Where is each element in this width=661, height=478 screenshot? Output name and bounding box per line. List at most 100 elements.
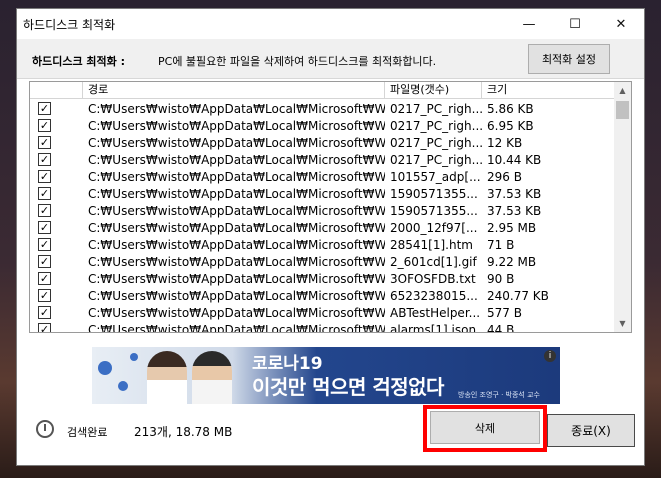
table-row[interactable]: ✓ C:₩Users₩wisto₩AppData₩Local₩Microsoft₩… (30, 321, 616, 333)
row-path: C:₩Users₩wisto₩AppData₩Local₩Microsoft₩W… (88, 101, 385, 116)
row-checkbox[interactable]: ✓ (38, 136, 51, 149)
virus-graphic (98, 361, 112, 375)
row-size: 240.77 KB (487, 288, 549, 303)
table-row[interactable]: ✓ C:₩Users₩wisto₩AppData₩Local₩Microsoft₩… (30, 236, 616, 253)
row-size: 9.22 MB (487, 254, 537, 269)
table-row[interactable]: ✓ C:₩Users₩wisto₩AppData₩Local₩Microsoft₩… (30, 100, 616, 117)
header-size[interactable]: 크기 (482, 82, 616, 98)
window-title: 하드디스크 최적화 (23, 17, 116, 32)
table-row[interactable]: ✓ C:₩Users₩wisto₩AppData₩Local₩Microsoft₩… (30, 253, 616, 270)
row-filename: 0217_PC_righ... (390, 135, 482, 150)
scroll-down-icon[interactable]: ▼ (614, 315, 631, 332)
virus-graphic (118, 381, 128, 391)
table-row[interactable]: ✓ C:₩Users₩wisto₩AppData₩Local₩Microsoft₩… (30, 168, 616, 185)
row-checkbox[interactable]: ✓ (38, 289, 51, 302)
virus-graphic (130, 353, 138, 361)
row-checkbox-cell: ✓ (30, 204, 83, 217)
header-path[interactable]: 경로 (83, 82, 385, 98)
close-button[interactable]: ✕ (598, 9, 644, 39)
banner-subheadline: 이것만 먹으면 걱정없다 (252, 375, 444, 399)
row-checkbox-cell: ✓ (30, 238, 83, 251)
row-filename: 1590571355... (390, 203, 478, 218)
row-path: C:₩Users₩wisto₩AppData₩Local₩Microsoft₩W… (88, 305, 385, 320)
row-path: C:₩Users₩wisto₩AppData₩Local₩Microsoft₩W… (88, 271, 385, 286)
row-filename: 6523238015... (390, 288, 478, 303)
row-filename: ABTestHelper... (390, 305, 481, 320)
info-label: 하드디스크 최적화 : (32, 55, 126, 68)
row-filename: alarms[1].json (390, 322, 477, 333)
row-size: 37.53 KB (487, 186, 542, 201)
row-path: C:₩Users₩wisto₩AppData₩Local₩Microsoft₩W… (88, 288, 385, 303)
row-checkbox[interactable]: ✓ (38, 272, 51, 285)
table-row[interactable]: ✓ C:₩Users₩wisto₩AppData₩Local₩Microsoft₩… (30, 185, 616, 202)
row-checkbox[interactable]: ✓ (38, 306, 51, 319)
row-size: 296 B (487, 169, 522, 184)
row-path: C:₩Users₩wisto₩AppData₩Local₩Microsoft₩W… (88, 186, 385, 201)
row-checkbox[interactable]: ✓ (38, 153, 51, 166)
file-rows: ✓ C:₩Users₩wisto₩AppData₩Local₩Microsoft₩… (30, 100, 616, 333)
row-checkbox[interactable]: ✓ (38, 238, 51, 251)
row-checkbox[interactable]: ✓ (38, 119, 51, 132)
optimize-settings-button[interactable]: 최적화 설정 (528, 44, 610, 74)
table-row[interactable]: ✓ C:₩Users₩wisto₩AppData₩Local₩Microsoft₩… (30, 219, 616, 236)
power-status-icon (36, 420, 54, 438)
table-row[interactable]: ✓ C:₩Users₩wisto₩AppData₩Local₩Microsoft₩… (30, 117, 616, 134)
exit-button[interactable]: 종료(X) (547, 414, 635, 447)
scroll-thumb[interactable] (616, 101, 629, 119)
row-path: C:₩Users₩wisto₩AppData₩Local₩Microsoft₩W… (88, 169, 385, 184)
minimize-button[interactable]: — (506, 9, 552, 39)
table-row[interactable]: ✓ C:₩Users₩wisto₩AppData₩Local₩Microsoft₩… (30, 202, 616, 219)
optimizer-window: 하드디스크 최적화 — ☐ ✕ 하드디스크 최적화 : PC에 불필요한 파일을… (16, 8, 645, 466)
window-controls: — ☐ ✕ (506, 9, 644, 39)
table-row[interactable]: ✓ C:₩Users₩wisto₩AppData₩Local₩Microsoft₩… (30, 270, 616, 287)
row-checkbox-cell: ✓ (30, 119, 83, 132)
row-size: 577 B (487, 305, 522, 320)
row-filename: 2000_12f97[... (390, 220, 478, 235)
info-bar: 하드디스크 최적화 : PC에 불필요한 파일을 삭제하여 하드디스크를 최적화… (17, 39, 644, 79)
row-path: C:₩Users₩wisto₩AppData₩Local₩Microsoft₩W… (88, 220, 385, 235)
row-path: C:₩Users₩wisto₩AppData₩Local₩Microsoft₩W… (88, 152, 385, 167)
table-row[interactable]: ✓ C:₩Users₩wisto₩AppData₩Local₩Microsoft₩… (30, 134, 616, 151)
scroll-up-icon[interactable]: ▲ (614, 82, 631, 99)
row-size: 71 B (487, 237, 515, 252)
row-path: C:₩Users₩wisto₩AppData₩Local₩Microsoft₩W… (88, 118, 385, 133)
table-row[interactable]: ✓ C:₩Users₩wisto₩AppData₩Local₩Microsoft₩… (30, 287, 616, 304)
row-size: 5.86 KB (487, 101, 534, 116)
row-size: 37.53 KB (487, 203, 542, 218)
table-row[interactable]: ✓ C:₩Users₩wisto₩AppData₩Local₩Microsoft₩… (30, 151, 616, 168)
header-filename[interactable]: 파일명(갯수) (385, 82, 482, 98)
row-filename: 0217_PC_righ... (390, 118, 482, 133)
row-filename: 101557_adp[... (390, 169, 481, 184)
row-filename: 0217_PC_righ... (390, 101, 482, 116)
row-checkbox[interactable]: ✓ (38, 323, 51, 332)
status-text: 검색완료 (67, 426, 108, 439)
row-filename: 2_601cd[1].gif (390, 254, 477, 269)
row-checkbox[interactable]: ✓ (38, 102, 51, 115)
row-checkbox-cell: ✓ (30, 221, 83, 234)
row-path: C:₩Users₩wisto₩AppData₩Local₩Microsoft₩W… (88, 254, 385, 269)
ad-banner[interactable]: 코로나19 이것만 먹으면 걱정없다 방송인 조영구 · 박종석 교수 i (92, 347, 560, 404)
banner-credit: 방송인 조영구 · 박종석 교수 (458, 391, 540, 399)
row-filename: 3OFOSFDB.txt (390, 271, 476, 286)
ad-info-icon[interactable]: i (544, 350, 556, 362)
info-description: PC에 불필요한 파일을 삭제하여 하드디스크를 최적화합니다. (158, 55, 437, 68)
row-filename: 28541[1].htm (390, 237, 473, 252)
vertical-scrollbar[interactable]: ▲ ▼ (614, 82, 631, 332)
row-checkbox[interactable]: ✓ (38, 187, 51, 200)
maximize-button[interactable]: ☐ (552, 9, 598, 39)
row-checkbox[interactable]: ✓ (38, 221, 51, 234)
row-checkbox-cell: ✓ (30, 153, 83, 166)
row-checkbox[interactable]: ✓ (38, 255, 51, 268)
title-bar[interactable]: 하드디스크 최적화 — ☐ ✕ (17, 9, 644, 39)
header-checkbox-column[interactable] (30, 82, 83, 98)
row-size: 6.95 KB (487, 118, 534, 133)
row-checkbox[interactable]: ✓ (38, 170, 51, 183)
highlight-box (423, 405, 547, 452)
row-filename: 1590571355... (390, 186, 478, 201)
row-checkbox-cell: ✓ (30, 187, 83, 200)
row-path: C:₩Users₩wisto₩AppData₩Local₩Microsoft₩W… (88, 203, 385, 218)
table-row[interactable]: ✓ C:₩Users₩wisto₩AppData₩Local₩Microsoft₩… (30, 304, 616, 321)
row-checkbox-cell: ✓ (30, 255, 83, 268)
file-list-header: 경로 파일명(갯수) 크기 (30, 82, 616, 99)
row-checkbox[interactable]: ✓ (38, 204, 51, 217)
